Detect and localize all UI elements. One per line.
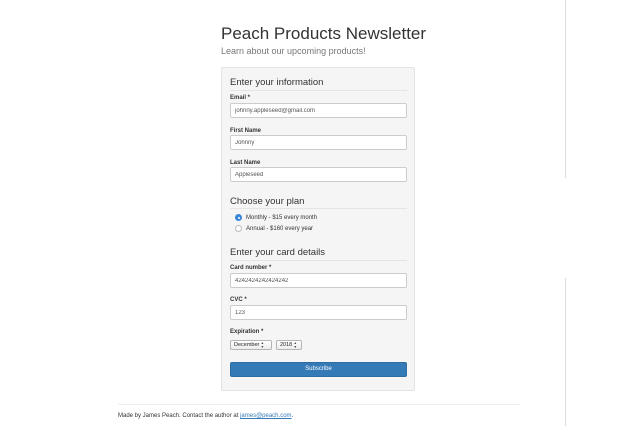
divider <box>230 260 407 261</box>
footer-suffix: . <box>291 413 294 419</box>
cvc-field[interactable] <box>230 305 407 320</box>
author-email-link[interactable]: james@peach.com <box>240 413 291 419</box>
footer-divider <box>118 404 520 405</box>
email-label: Email * <box>230 95 251 101</box>
plan-option-monthly[interactable]: Monthly - $15 every month <box>235 214 317 221</box>
card-number-label: Card number * <box>230 265 272 271</box>
page-subtitle: Learn about our upcoming products! <box>221 46 366 56</box>
window-edge-gap <box>564 178 567 278</box>
select-arrows-icon: ▴ ▾ <box>261 340 264 349</box>
radio-unchecked-icon[interactable] <box>235 225 242 232</box>
newsletter-form: Enter your information Email * First Nam… <box>221 67 415 391</box>
plan-option-label: Annual - $160 every year <box>246 225 314 232</box>
page-title: Peach Products Newsletter <box>221 24 427 43</box>
plan-option-label: Monthly - $15 every month <box>246 214 318 221</box>
expiration-month-value: December <box>234 342 260 348</box>
email-field[interactable] <box>230 103 407 118</box>
card-number-field[interactable] <box>230 273 407 288</box>
radio-checked-icon[interactable] <box>235 214 242 221</box>
expiration-label: Expiration * <box>230 329 264 335</box>
plan-section-heading: Choose your plan <box>230 196 305 207</box>
cvc-label: CVC * <box>230 297 247 303</box>
first-name-label: First Name <box>230 128 262 134</box>
footer: Made by James Peach. Contact the author … <box>118 413 293 419</box>
expiration-year-select[interactable]: 2018 ▴ ▾ <box>276 340 302 350</box>
divider <box>230 90 407 91</box>
footer-text: Made by James Peach. Contact the author … <box>118 413 241 419</box>
card-section-heading: Enter your card details <box>230 247 326 258</box>
expiration-month-select[interactable]: December ▴ ▾ <box>230 340 272 350</box>
plan-option-annual[interactable]: Annual - $160 every year <box>235 225 313 232</box>
divider <box>230 208 407 209</box>
last-name-field[interactable] <box>230 167 407 182</box>
expiration-year-value: 2018 <box>280 342 293 348</box>
last-name-label: Last Name <box>230 160 261 166</box>
subscribe-button[interactable]: Subscribe <box>230 362 407 377</box>
info-section-heading: Enter your information <box>230 77 324 88</box>
select-arrows-icon: ▴ ▾ <box>294 340 297 349</box>
first-name-field[interactable] <box>230 135 407 150</box>
